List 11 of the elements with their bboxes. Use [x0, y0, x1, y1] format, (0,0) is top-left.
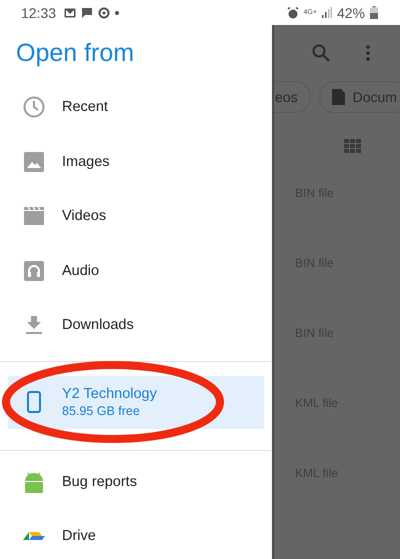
drawer-item[interactable]: Videos: [0, 189, 272, 244]
drawer-item[interactable]: Drive: [0, 509, 272, 559]
battery-percent: 42%: [336, 4, 365, 20]
drawer-item[interactable]: Recent: [0, 80, 272, 134]
drawer-title: Open from: [15, 38, 136, 69]
drawer-item[interactable]: Images: [0, 134, 272, 189]
status-time: 12:33: [21, 4, 56, 20]
drawer-item[interactable]: Audio: [0, 244, 272, 298]
storage-item[interactable]: Y2 Technology 85.95 GB free: [8, 376, 264, 428]
drawer-item[interactable]: Bug reports: [0, 454, 272, 509]
drawer-item[interactable]: Downloads: [0, 298, 272, 352]
